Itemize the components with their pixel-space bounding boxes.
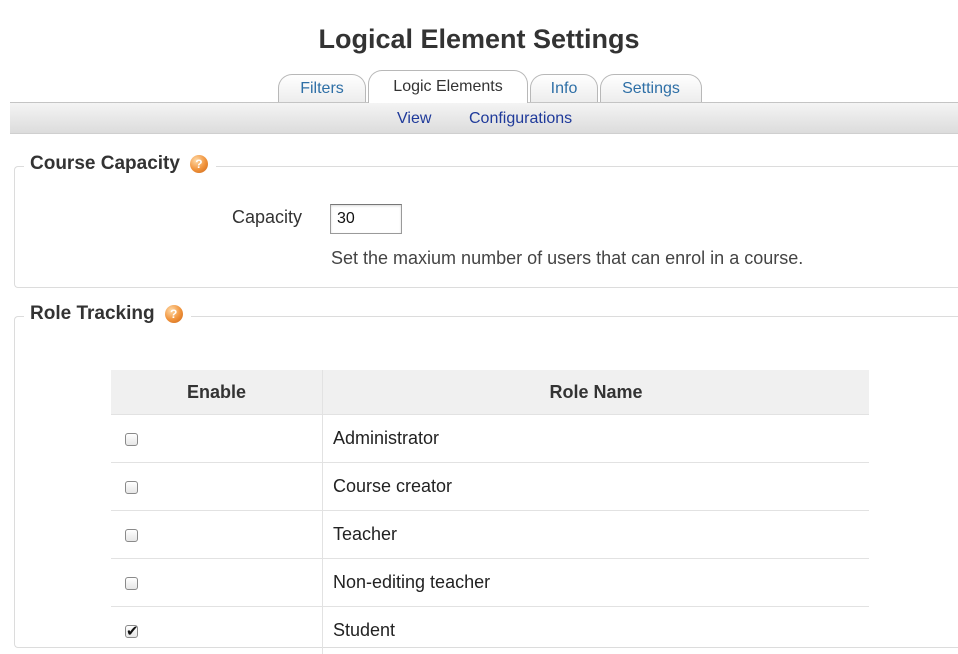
subnav-bar: View Configurations [10,102,958,134]
enable-checkbox-student[interactable] [125,625,138,638]
role-table: Enable Role Name Administrator Course cr… [111,370,869,654]
subnav-view-link[interactable]: View [397,110,431,128]
course-capacity-legend: Course Capacity ? [24,153,216,175]
tab-info[interactable]: Info [530,74,598,103]
enable-checkbox-administrator[interactable] [125,433,138,446]
capacity-input[interactable] [330,204,402,234]
help-icon[interactable]: ? [165,305,183,323]
role-name-cell: Student [323,607,870,654]
help-icon[interactable]: ? [190,155,208,173]
enable-checkbox-course-creator[interactable] [125,481,138,494]
tab-filters[interactable]: Filters [278,74,366,103]
enable-checkbox-teacher[interactable] [125,529,138,542]
course-capacity-fieldset [14,166,958,288]
tab-bar: Filters Logic Elements Info Settings [10,66,958,103]
role-tracking-legend: Role Tracking ? [24,303,191,325]
table-row: Administrator [111,415,869,463]
table-row: Teacher [111,511,869,559]
role-name-cell: Teacher [323,511,870,559]
role-name-column-header: Role Name [323,370,870,415]
tab-logic-elements[interactable]: Logic Elements [368,70,528,103]
table-row: Course creator [111,463,869,511]
role-tracking-title: Role Tracking [30,303,155,325]
enable-column-header: Enable [111,370,323,415]
table-header-row: Enable Role Name [111,370,869,415]
enable-checkbox-non-editing-teacher[interactable] [125,577,138,590]
table-row: Student [111,607,869,654]
tab-settings[interactable]: Settings [600,74,702,103]
subnav-configurations-link[interactable]: Configurations [469,110,572,128]
capacity-description: Set the maxium number of users that can … [331,248,803,269]
table-row: Non-editing teacher [111,559,869,607]
capacity-label: Capacity [232,207,302,228]
course-capacity-title: Course Capacity [30,153,180,175]
role-name-cell: Administrator [323,415,870,463]
page-title: Logical Element Settings [0,24,958,55]
role-name-cell: Non-editing teacher [323,559,870,607]
role-name-cell: Course creator [323,463,870,511]
